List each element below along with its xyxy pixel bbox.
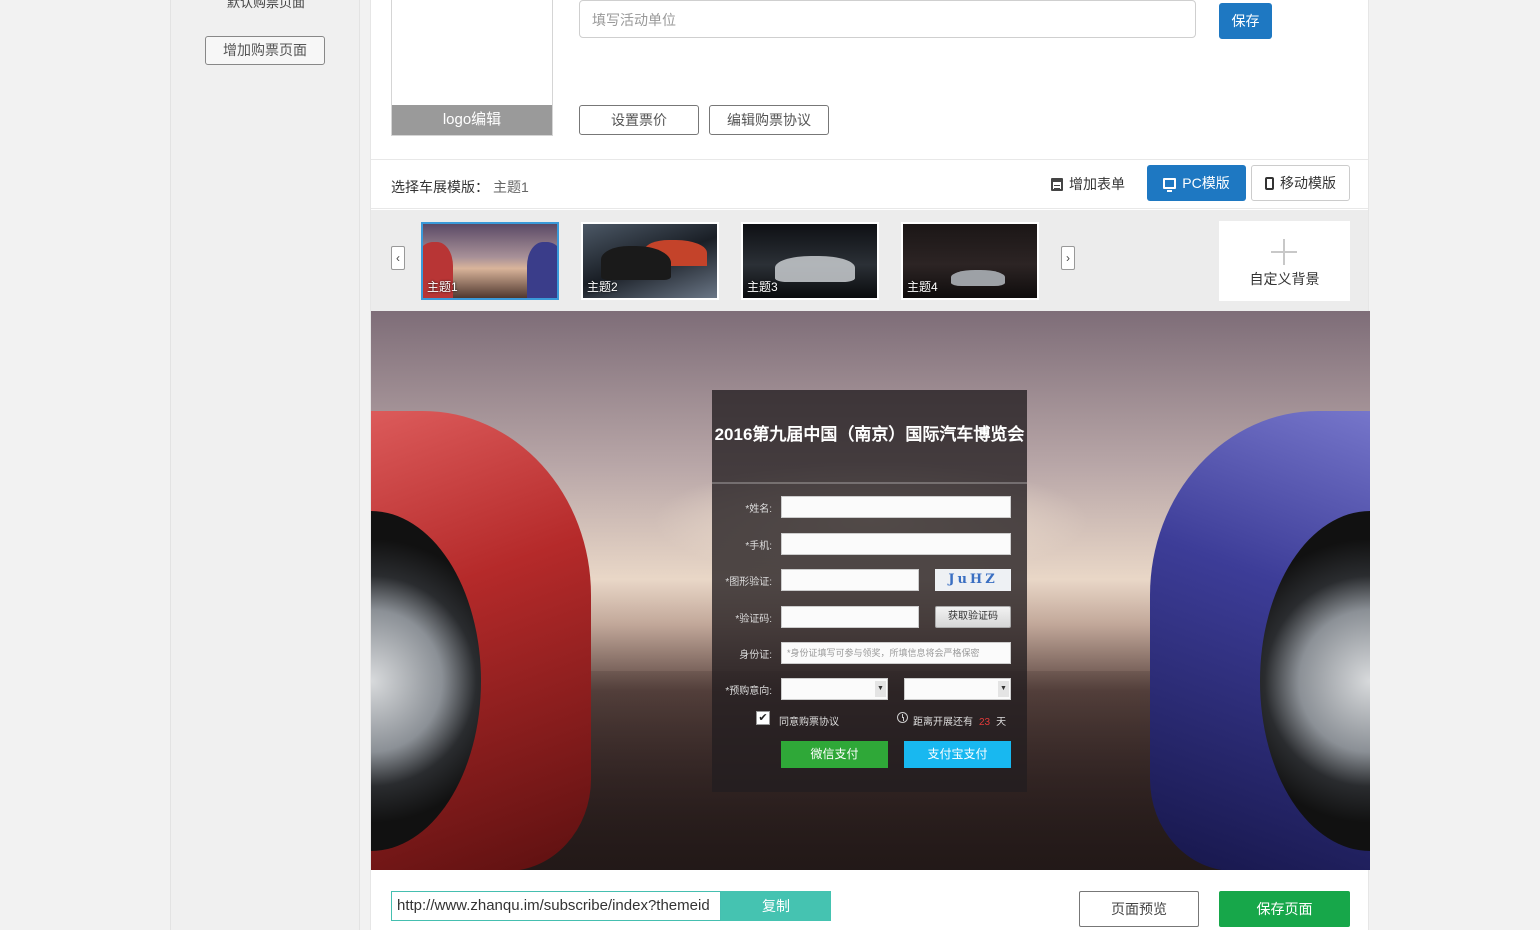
intent-label: *预购意向: — [725, 686, 772, 697]
countdown-days: 23 — [979, 717, 991, 728]
name-input[interactable] — [781, 496, 1011, 518]
main-panel: logo编辑 填写活动单位 保存 设置票价 编辑购票协议 选择车展模版： 主题1 … — [370, 0, 1370, 930]
theme-carousel: ‹ 主题1 ✔ 主题2 主题3 主题4 › 自定义背景 — [371, 210, 1368, 311]
countdown-prefix: 距离开展还有 — [913, 717, 973, 728]
logo-preview: logo编辑 — [391, 0, 553, 136]
logo-edit-button[interactable]: logo编辑 — [392, 105, 552, 135]
dropdown-arrow-icon: ▼ — [875, 681, 886, 697]
theme-thumbnail-1[interactable]: 主题1 ✔ — [421, 222, 559, 300]
agree-label[interactable]: 同意购票协议 — [779, 713, 839, 728]
theme-thumbnail-2[interactable]: 主题2 — [581, 222, 719, 300]
page-url-field[interactable]: http://www.zhanqu.im/subscribe/index?the… — [391, 891, 721, 921]
mobile-template-label: 移动模版 — [1280, 175, 1336, 191]
page-preview-button[interactable]: 页面预览 — [1079, 891, 1199, 927]
theme-thumbnail-3[interactable]: 主题3 — [741, 222, 879, 300]
divider — [371, 159, 1368, 160]
monitor-icon — [1163, 177, 1177, 192]
organizer-input[interactable]: 填写活动单位 — [579, 0, 1196, 38]
theme-label: 主题2 — [587, 280, 618, 294]
left-sidebar: 默认购票页面 增加购票页面 — [170, 0, 360, 930]
phone-icon — [1265, 176, 1274, 190]
template-label-text: 选择车展模版： — [391, 179, 489, 195]
carousel-next-button[interactable]: › — [1061, 246, 1075, 270]
get-code-button[interactable]: 获取验证码 — [935, 606, 1011, 628]
custom-background-label: 自定义背景 — [1249, 271, 1320, 287]
plus-icon — [1271, 239, 1297, 265]
intent-row: *预购意向: ▼ ▼ — [712, 678, 1027, 700]
form-icon — [1051, 177, 1063, 191]
phone-input[interactable] — [781, 533, 1011, 555]
form-title: 2016第九届中国（南京）国际汽车博览会 — [714, 425, 1025, 444]
code-input[interactable] — [781, 606, 919, 628]
phone-row: *手机: — [712, 533, 1027, 555]
dropdown-arrow-icon: ▼ — [998, 681, 1009, 697]
captcha-input[interactable] — [781, 569, 919, 591]
captcha-label: *图形验证: — [725, 577, 772, 588]
theme-label: 主题4 — [907, 280, 938, 294]
captcha-image[interactable]: JuHZ — [935, 569, 1011, 591]
clock-icon — [897, 712, 908, 723]
theme-thumbnail-4[interactable]: 主题4 — [901, 222, 1039, 300]
divider — [712, 482, 1027, 484]
id-row: 身份证: *身份证填写可参与领奖，所填信息将会严格保密 — [712, 642, 1027, 664]
code-row: *验证码: 获取验证码 — [712, 606, 1027, 628]
edit-agreement-button[interactable]: 编辑购票协议 — [709, 105, 829, 135]
copy-url-button[interactable]: 复制 — [721, 891, 831, 921]
set-price-button[interactable]: 设置票价 — [579, 105, 699, 135]
divider — [371, 208, 1368, 209]
alipay-button[interactable]: 支付宝支付 — [904, 741, 1011, 768]
add-page-button[interactable]: 增加购票页面 — [205, 36, 325, 65]
intent-select-2[interactable]: ▼ — [904, 678, 1011, 700]
template-select-label: 选择车展模版： 主题1 — [391, 177, 529, 197]
theme-label: 主题3 — [747, 280, 778, 294]
custom-background-button[interactable]: 自定义背景 — [1219, 221, 1350, 301]
id-label: 身份证: — [739, 650, 772, 661]
wechat-pay-button[interactable]: 微信支付 — [781, 741, 888, 768]
code-label: *验证码: — [735, 614, 772, 625]
intent-select-1[interactable]: ▼ — [781, 678, 888, 700]
registration-form: 2016第九届中国（南京）国际汽车博览会 *姓名: *手机: *图形验证: Ju… — [712, 390, 1027, 792]
add-form-label: 增加表单 — [1069, 176, 1125, 192]
pc-template-label: PC模版 — [1182, 175, 1230, 191]
countdown-text: 距离开展还有 23 天 — [913, 713, 1006, 728]
save-button[interactable]: 保存 — [1219, 3, 1272, 39]
theme-label: 主题1 — [427, 280, 458, 294]
current-template-name: 主题1 — [493, 179, 529, 195]
page-preview: 2016第九届中国（南京）国际汽车博览会 *姓名: *手机: *图形验证: Ju… — [371, 311, 1370, 870]
selected-check-icon: ✔ — [543, 281, 554, 295]
add-form-button[interactable]: 增加表单 — [1051, 174, 1125, 194]
captcha-row: *图形验证: JuHZ — [712, 569, 1027, 591]
id-input[interactable]: *身份证填写可参与领奖，所填信息将会严格保密 — [781, 642, 1011, 664]
mobile-template-button[interactable]: 移动模版 — [1251, 165, 1350, 201]
agree-checkbox[interactable]: ✔ — [756, 711, 770, 725]
name-label: *姓名: — [745, 504, 772, 515]
save-page-button[interactable]: 保存页面 — [1219, 891, 1350, 927]
pc-template-button[interactable]: PC模版 — [1147, 165, 1246, 201]
carousel-prev-button[interactable]: ‹ — [391, 246, 405, 270]
sidebar-item-default-page[interactable]: 默认购票页面 — [171, 0, 361, 11]
name-row: *姓名: — [712, 496, 1027, 518]
phone-label: *手机: — [745, 541, 772, 552]
countdown-suffix: 天 — [996, 717, 1007, 728]
